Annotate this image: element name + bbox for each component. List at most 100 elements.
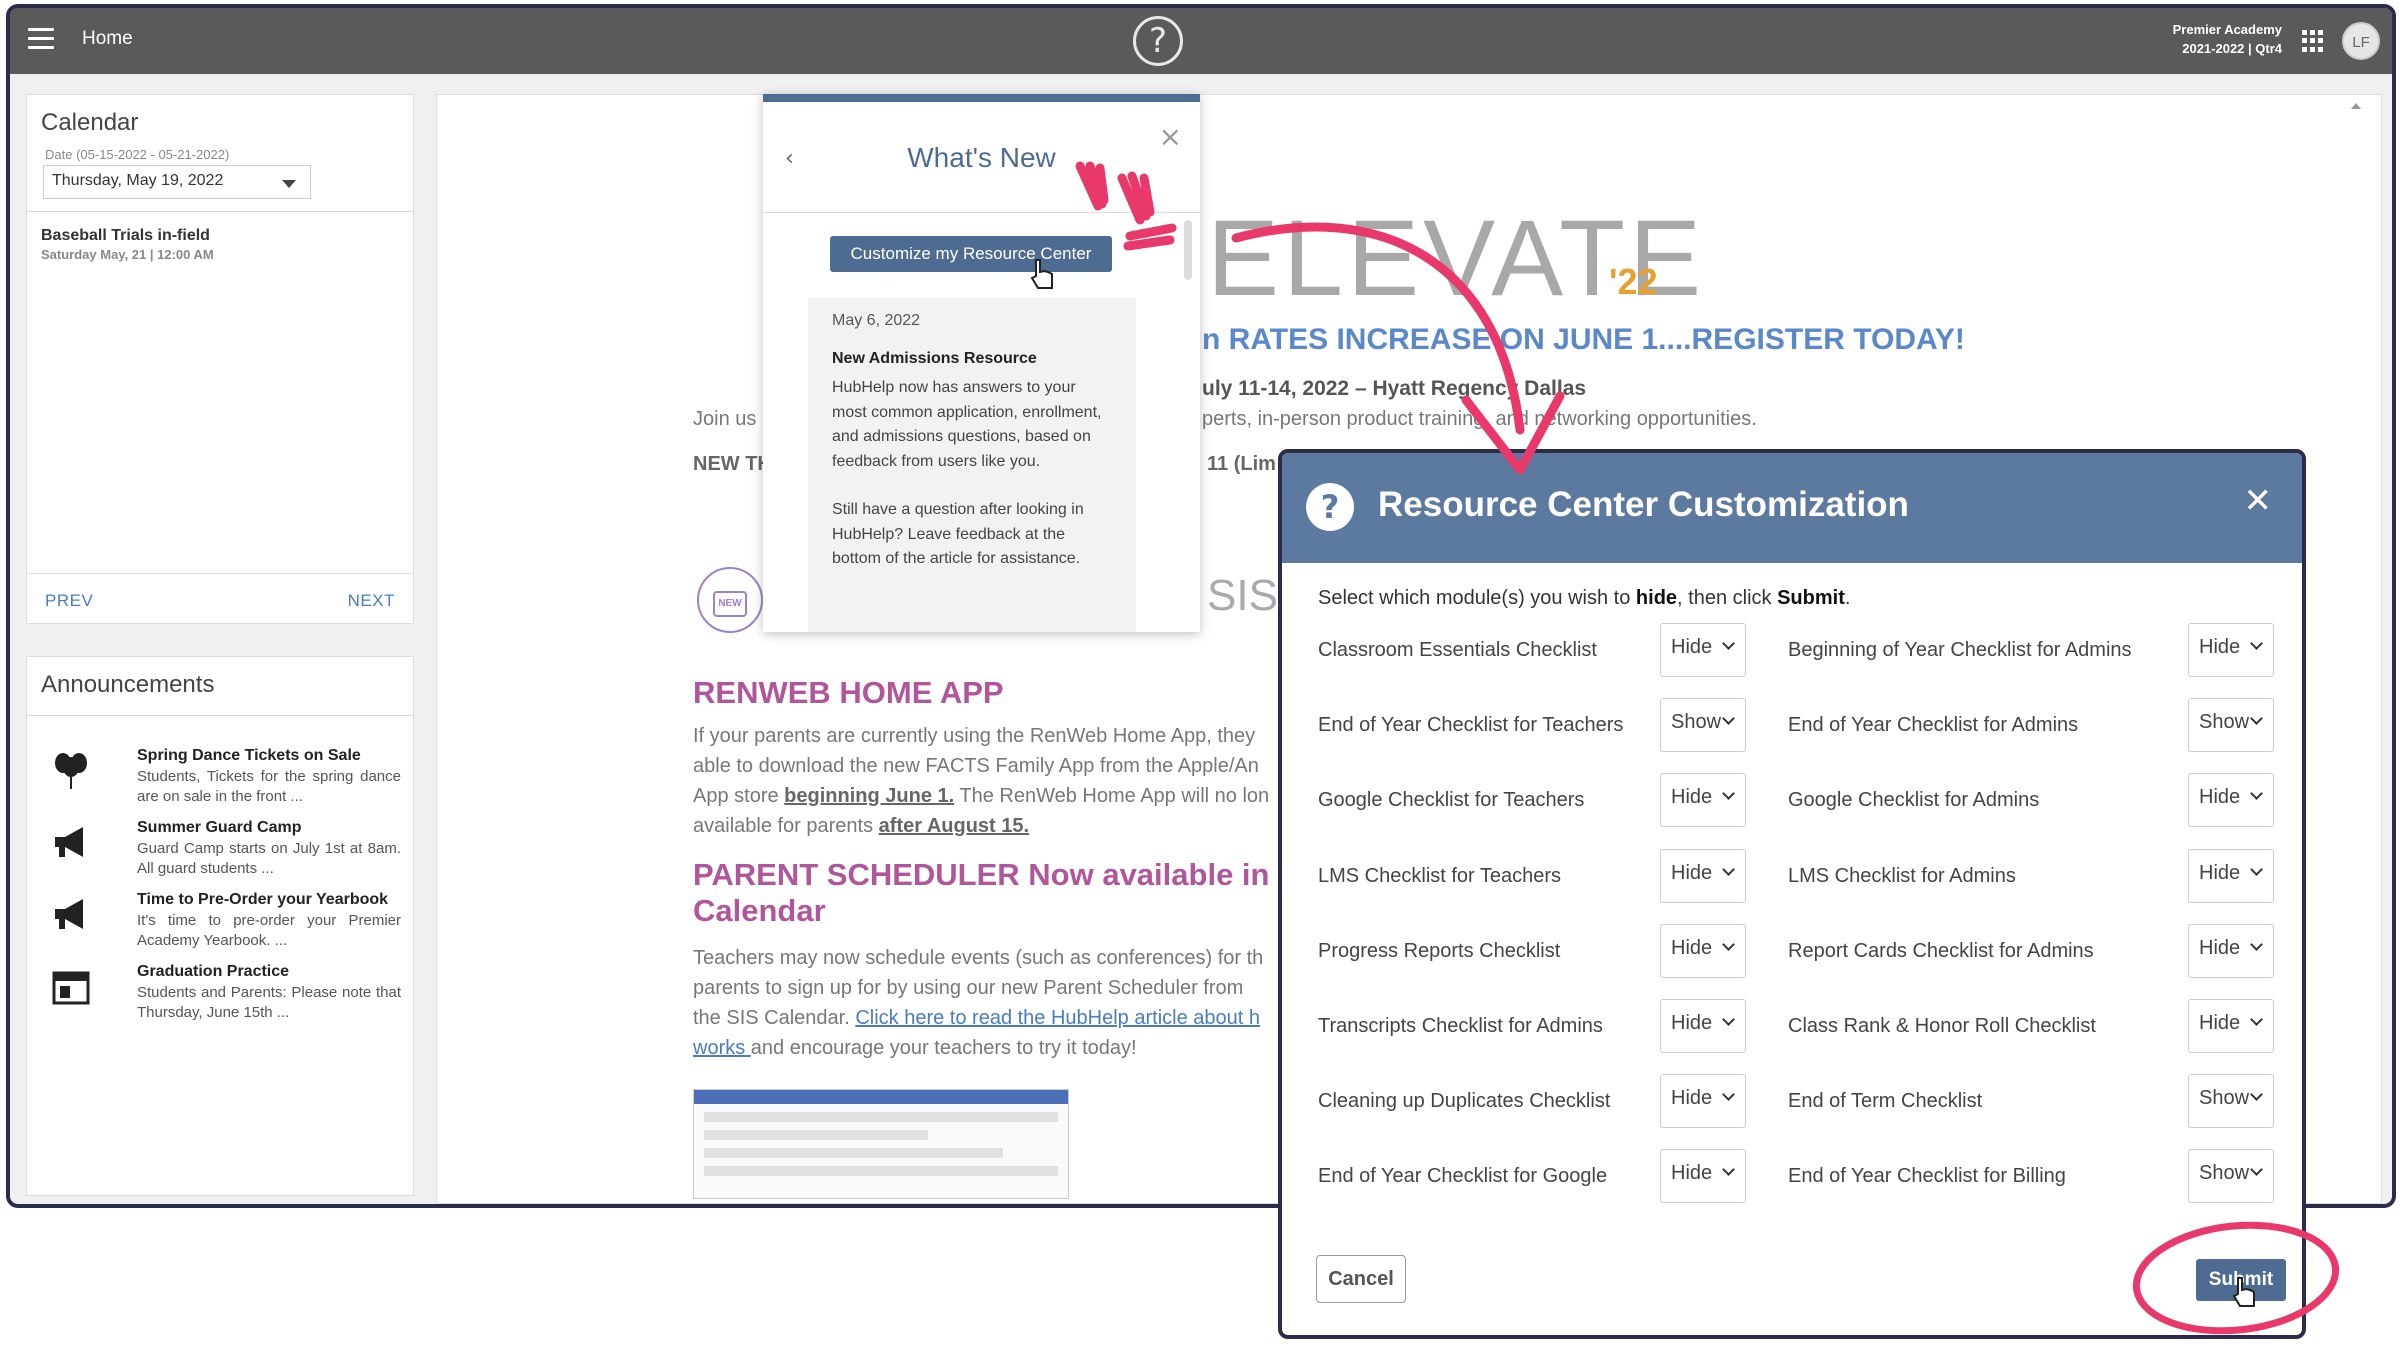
renweb-line: available for parents after August 15.: [693, 815, 1030, 837]
school-info[interactable]: Premier Academy 2021-2022 | Qtr4: [2173, 20, 2282, 58]
module-label: Cleaning up Duplicates Checklist: [1318, 1090, 1611, 1112]
module-label: End of Year Checklist for Teachers: [1318, 714, 1624, 736]
module-visibility-select[interactable]: Hide: [2188, 924, 2274, 978]
next-button[interactable]: NEXT: [348, 591, 395, 611]
event-title[interactable]: Baseball Trials in-field: [41, 227, 210, 245]
join-text-right: perts, in-person product training, and n…: [1202, 408, 1757, 430]
announcement-title: Spring Dance Tickets on Sale: [137, 747, 361, 764]
works-link[interactable]: works: [693, 1037, 751, 1059]
renweb-heading: RENWEB HOME APP: [693, 675, 1004, 710]
module-label: LMS Checklist for Admins: [1788, 865, 2016, 887]
news-date: May 6, 2022: [832, 312, 921, 329]
news-card: May 6, 2022 New Admissions Resource HubH…: [808, 298, 1136, 632]
scheduler-heading-2: Calendar: [693, 893, 826, 928]
module-label: Report Cards Checklist for Admins: [1788, 940, 2094, 962]
scheduler-line: Teachers may now schedule events (such a…: [693, 947, 1264, 969]
announcement-title: Summer Guard Camp: [137, 819, 302, 836]
module-visibility-select[interactable]: Show: [2188, 1074, 2274, 1128]
question-icon: ?: [1306, 483, 1354, 531]
module-visibility-select[interactable]: Show: [2188, 1149, 2274, 1203]
hubhelp-link[interactable]: Click here to read the HubHelp article a…: [855, 1007, 1260, 1029]
module-visibility-select[interactable]: Show: [1660, 698, 1746, 752]
end-date: after August 15.: [878, 815, 1030, 837]
chevron-down-icon: [2250, 787, 2263, 800]
announcement-text: Students and Parents: Please note that T…: [137, 984, 401, 1021]
balloons-icon: [55, 753, 87, 789]
customize-resource-center-button[interactable]: Customize my Resource Center: [830, 236, 1112, 272]
chevron-down-icon: [1722, 637, 1735, 650]
menu-icon[interactable]: [28, 28, 54, 50]
modal-title: Resource Center Customization: [1378, 485, 1909, 524]
scheduler-line: the SIS Calendar. Click here to read the…: [693, 1007, 1260, 1029]
module-label: Google Checklist for Admins: [1788, 789, 2040, 811]
divider: [763, 212, 1200, 213]
scheduler-screenshot: [693, 1089, 1069, 1199]
module-visibility-select[interactable]: Hide: [1660, 999, 1746, 1053]
chevron-down-icon: [2250, 712, 2263, 725]
announcements-card: Announcements Spring Dance Tickets on Sa…: [26, 656, 414, 1196]
news-heading: New Admissions Resource: [832, 350, 1037, 367]
chevron-down-icon: [2250, 938, 2263, 951]
top-bar: Home ? Premier Academy 2021-2022 | Qtr4 …: [10, 8, 2392, 74]
announcement-item[interactable]: Graduation Practice Students and Parents…: [41, 963, 401, 1027]
chevron-down-icon: [1722, 787, 1735, 800]
module-visibility-select[interactable]: Hide: [1660, 924, 1746, 978]
module-label: End of Term Checklist: [1788, 1090, 1983, 1112]
module-label: Progress Reports Checklist: [1318, 940, 1561, 962]
chevron-down-icon: [2250, 1013, 2263, 1026]
module-visibility-select[interactable]: Hide: [2188, 623, 2274, 677]
new-badge-icon: NEW: [697, 567, 763, 633]
module-visibility-select[interactable]: Hide: [1660, 1074, 1746, 1128]
prev-button[interactable]: PREV: [45, 591, 93, 611]
submit-button[interactable]: Submit: [2196, 1259, 2286, 1301]
calendar-date-range: Date (05-15-2022 - 05-21-2022): [45, 147, 230, 162]
module-label: LMS Checklist for Teachers: [1318, 865, 1562, 887]
module-visibility-select[interactable]: Hide: [1660, 849, 1746, 903]
cancel-button[interactable]: Cancel: [1316, 1255, 1406, 1303]
module-label: End of Year Checklist for Google: [1318, 1165, 1608, 1187]
announcements-title: Announcements: [41, 671, 215, 698]
school-term: 2021-2022 | Qtr4: [2182, 41, 2282, 56]
module-visibility-select[interactable]: Hide: [2188, 999, 2274, 1053]
scroll-up-icon[interactable]: [2351, 103, 2361, 109]
scheduler-paragraph: Teachers may now schedule events (such a…: [693, 943, 1283, 1063]
help-icon[interactable]: ?: [1133, 16, 1183, 66]
module-visibility-select[interactable]: Show: [2188, 698, 2274, 752]
chevron-down-icon: [1722, 712, 1735, 725]
announcement-item[interactable]: Time to Pre-Order your Yearbook It's tim…: [41, 891, 401, 955]
announcement-item[interactable]: Spring Dance Tickets on Sale Students, T…: [41, 747, 401, 811]
calendar-date-select[interactable]: Thursday, May 19, 2022: [43, 165, 311, 199]
chevron-down-icon: [2250, 1088, 2263, 1101]
module-visibility-select[interactable]: Hide: [1660, 623, 1746, 677]
divider: [27, 573, 413, 574]
renweb-line: able to download the new FACTS Family Ap…: [693, 755, 1259, 777]
module-label: End of Year Checklist for Billing: [1788, 1165, 2066, 1187]
renweb-paragraph: If your parents are currently using the …: [693, 721, 1283, 841]
modal-header: ? Resource Center Customization ✕: [1282, 453, 2302, 563]
calendar-title: Calendar: [41, 109, 139, 136]
home-link[interactable]: Home: [82, 28, 133, 50]
divider: [27, 211, 413, 212]
module-label: Google Checklist for Teachers: [1318, 789, 1585, 811]
megaphone-icon: [55, 827, 83, 857]
scrollbar[interactable]: [1184, 220, 1192, 280]
module-visibility-select[interactable]: Hide: [1660, 1149, 1746, 1203]
beginning-date: beginning June 1.: [784, 785, 955, 807]
caret-down-icon: [282, 180, 296, 188]
apps-grid-icon[interactable]: [2302, 30, 2324, 52]
announcement-text: Guard Camp starts on July 1st at 8am. Al…: [137, 840, 401, 877]
module-visibility-select[interactable]: Hide: [1660, 773, 1746, 827]
avatar[interactable]: LF: [2342, 22, 2380, 60]
limit-text: 11 (Lim: [1207, 453, 1276, 475]
close-icon[interactable]: ✕: [2244, 481, 2273, 521]
close-icon[interactable]: ×: [1159, 120, 1182, 153]
module-visibility-select[interactable]: Hide: [2188, 773, 2274, 827]
rates-headline: n RATES INCREASE ON JUNE 1....REGISTER T…: [1202, 323, 1965, 356]
announcement-item[interactable]: Summer Guard Camp Guard Camp starts on J…: [41, 819, 401, 883]
module-visibility-select[interactable]: Hide: [2188, 849, 2274, 903]
chevron-down-icon: [1722, 1088, 1735, 1101]
chevron-down-icon: [2250, 863, 2263, 876]
megaphone-icon: [55, 899, 83, 929]
scheduler-line: parents to sign up for by using our new …: [693, 977, 1244, 999]
news-body: HubHelp now has answers to your most com…: [832, 379, 1102, 470]
